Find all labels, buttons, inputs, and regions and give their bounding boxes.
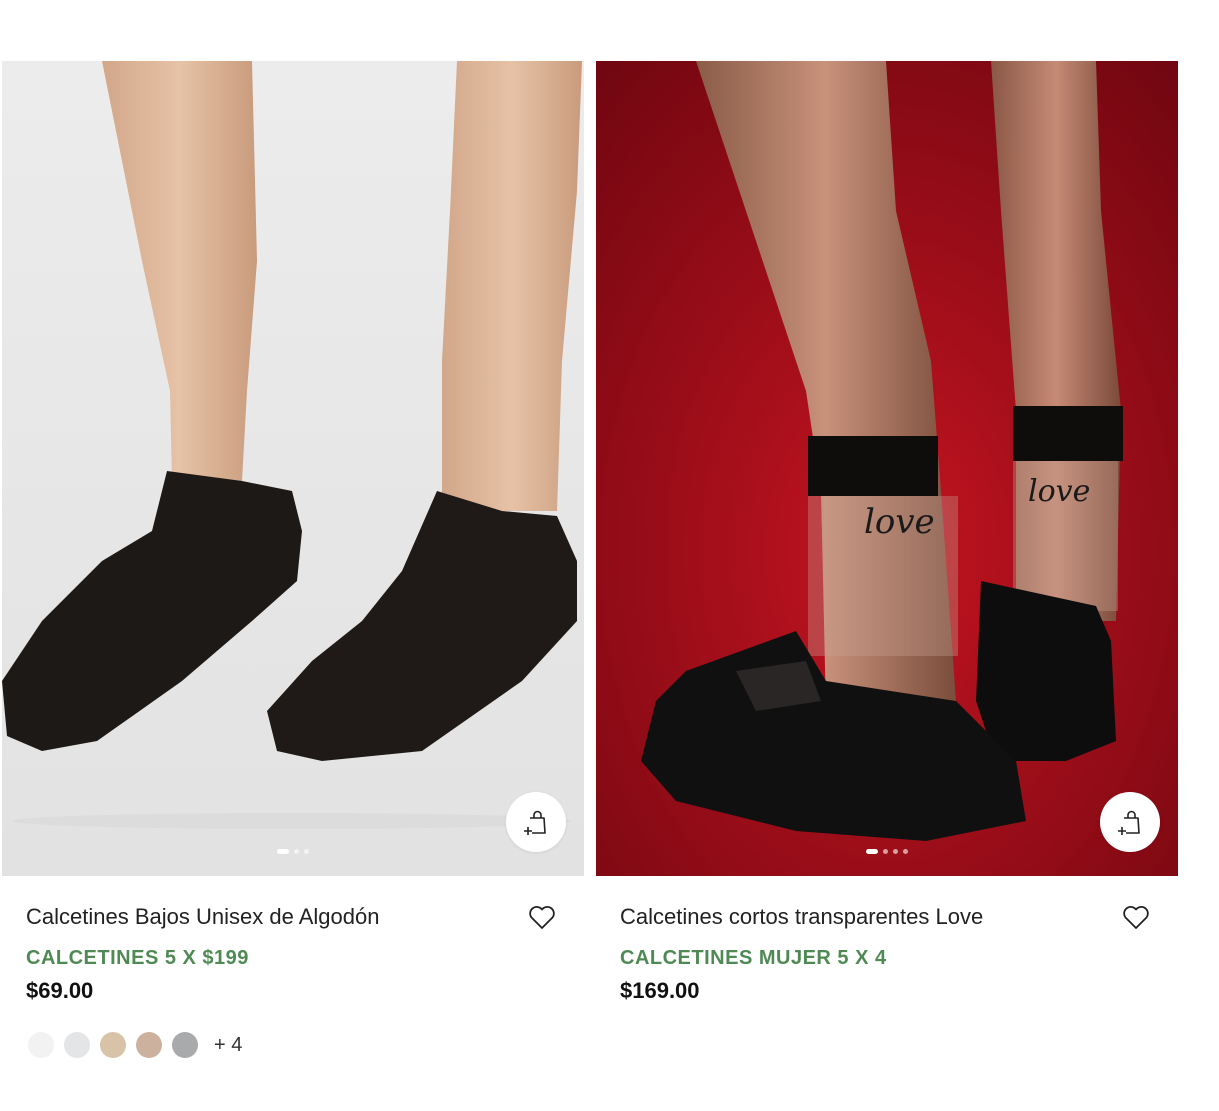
product-info: Calcetines Bajos Unisex de Algodón CALCE… bbox=[2, 876, 584, 1058]
product-card[interactable]: love love Calcetines cortos transparente… bbox=[596, 61, 1178, 1004]
color-swatch-white[interactable] bbox=[28, 1032, 54, 1058]
svg-text:love: love bbox=[864, 502, 935, 542]
heart-icon[interactable] bbox=[1122, 904, 1150, 930]
carousel-dot[interactable] bbox=[883, 849, 888, 854]
image-carousel-dots[interactable] bbox=[2, 849, 584, 854]
add-to-cart-button[interactable] bbox=[506, 792, 566, 852]
carousel-dot[interactable] bbox=[304, 849, 309, 854]
carousel-dot[interactable] bbox=[294, 849, 299, 854]
image-carousel-dots[interactable] bbox=[596, 849, 1178, 854]
heart-icon[interactable] bbox=[528, 904, 556, 930]
carousel-dot[interactable] bbox=[893, 849, 898, 854]
add-to-cart-button[interactable] bbox=[1100, 792, 1160, 852]
product-title[interactable]: Calcetines cortos transparentes Love bbox=[620, 900, 1020, 933]
color-swatch-grey[interactable] bbox=[172, 1032, 198, 1058]
product-title[interactable]: Calcetines Bajos Unisex de Algodón bbox=[26, 900, 426, 933]
product-image[interactable]: love love bbox=[596, 61, 1178, 876]
product-photo-ankle-socks bbox=[2, 61, 584, 876]
more-colors-count[interactable]: + 4 bbox=[214, 1034, 242, 1057]
color-swatch-beige[interactable] bbox=[100, 1032, 126, 1058]
product-price: $69.00 bbox=[26, 978, 94, 1003]
product-image[interactable] bbox=[2, 61, 584, 876]
product-photo-love-socks: love love bbox=[596, 61, 1178, 876]
carousel-dot[interactable] bbox=[866, 849, 878, 854]
bag-plus-icon bbox=[524, 810, 546, 835]
promo-label: CALCETINES 5 X $199 bbox=[26, 947, 249, 969]
color-swatch-light-grey[interactable] bbox=[64, 1032, 90, 1058]
promo-label: CALCETINES MUJER 5 X 4 bbox=[620, 947, 887, 969]
carousel-dot[interactable] bbox=[903, 849, 908, 854]
bag-plus-icon bbox=[1118, 810, 1140, 835]
carousel-dot[interactable] bbox=[277, 849, 289, 854]
color-swatches: + 4 bbox=[28, 1032, 560, 1058]
product-grid: Calcetines Bajos Unisex de Algodón CALCE… bbox=[0, 0, 1219, 1111]
product-info: Calcetines cortos transparentes Love CAL… bbox=[596, 876, 1178, 1004]
product-card[interactable]: Calcetines Bajos Unisex de Algodón CALCE… bbox=[2, 61, 584, 1058]
svg-text:love: love bbox=[1028, 474, 1090, 509]
product-price: $169.00 bbox=[620, 978, 700, 1003]
color-swatch-nude[interactable] bbox=[136, 1032, 162, 1058]
